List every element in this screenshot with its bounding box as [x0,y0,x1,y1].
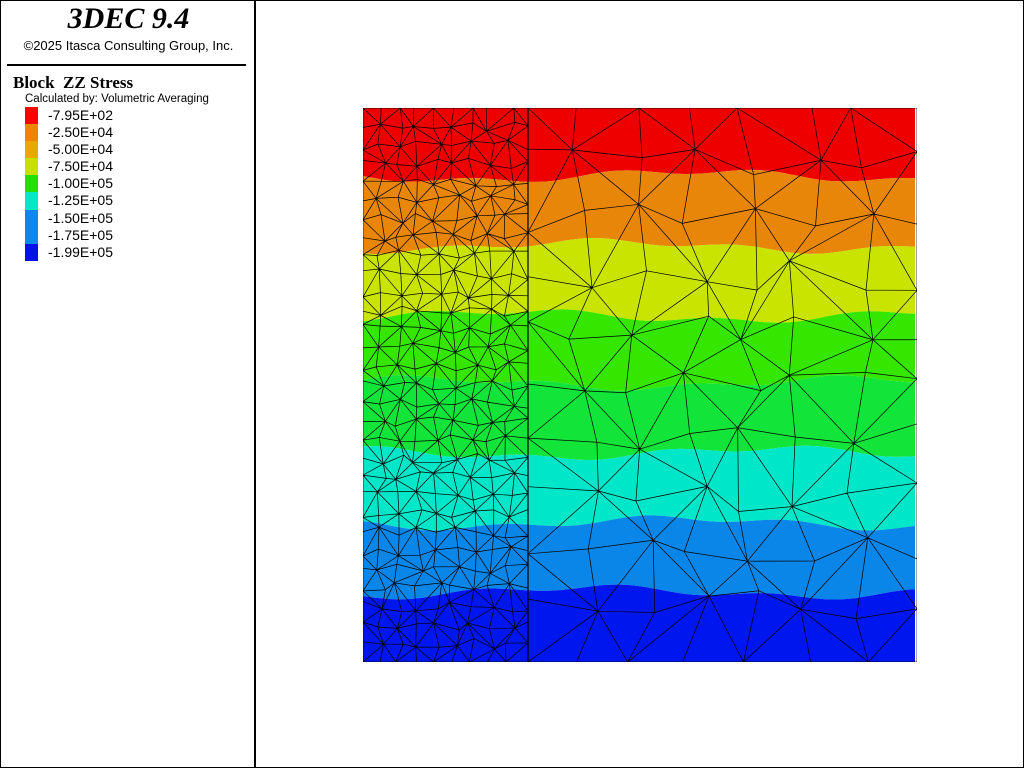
legend-label: -2.50E+04 [48,124,113,141]
copyright-notice: ©2025 Itasca Consulting Group, Inc. [23,38,234,53]
legend-label: -1.50E+05 [48,209,113,226]
legend-label: -7.50E+04 [48,158,113,175]
legend-swatch [25,158,38,176]
legend-label: -1.75E+05 [48,226,113,243]
legend-label: -1.00E+05 [48,175,113,192]
stress-band [363,169,915,254]
legend-label: -7.95E+02 [48,107,113,123]
legend-label: -1.25E+05 [48,192,113,209]
title-divider [7,64,246,66]
legend-swatch [25,243,38,261]
legend-label: -5.00E+04 [48,141,113,158]
legend-swatch [25,141,38,159]
legend-label: -1.99E+05 [48,243,113,260]
legend-swatch [25,107,38,125]
legend-swatch [25,209,38,227]
legend-swatch [25,124,38,142]
legend-swatch [25,226,38,244]
stress-contour-plot [363,108,917,662]
legend-swatch [25,192,38,210]
legend-panel: 3DEC 9.4 ©2025 Itasca Consulting Group, … [1,1,256,767]
graphics-window: 3DEC 9.4 ©2025 Itasca Consulting Group, … [0,0,1024,768]
legend-swatch [25,175,38,193]
plot-subtitle: Calculated by: Volumetric Averaging [25,93,209,105]
app-title: 3DEC 9.4 [67,2,190,35]
model-viewport[interactable] [258,2,1023,767]
plot-title: Block ZZ Stress [13,73,134,92]
